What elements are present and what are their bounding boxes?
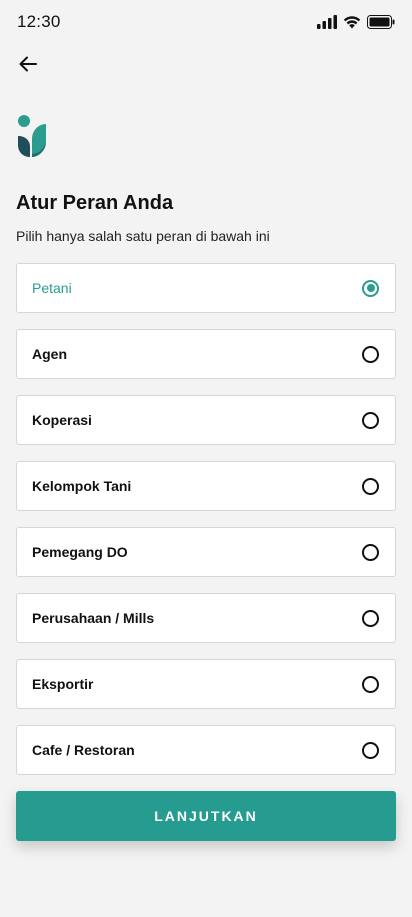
role-option-petani[interactable]: Petani (16, 263, 396, 313)
role-option-pemegang-do[interactable]: Pemegang DO (16, 527, 396, 577)
status-time: 12:30 (17, 12, 61, 31)
signal-icon (317, 15, 337, 29)
status-bar: 12:30 (0, 0, 412, 44)
arrow-left-icon (19, 56, 37, 72)
radio-unselected-icon[interactable] (362, 741, 379, 759)
role-label: Eksportir (32, 676, 94, 692)
role-option-eksportir[interactable]: Eksportir (16, 659, 396, 709)
role-option-agen[interactable]: Agen (16, 329, 396, 379)
radio-unselected-icon[interactable] (362, 609, 379, 627)
status-icons (317, 15, 395, 29)
back-button[interactable] (12, 48, 44, 80)
role-option-cafe-restoran[interactable]: Cafe / Restoran (16, 725, 396, 775)
page-subtitle: Pilih hanya salah satu peran di bawah in… (16, 228, 270, 244)
radio-unselected-icon[interactable] (362, 675, 379, 693)
role-label: Koperasi (32, 412, 92, 428)
radio-selected-icon[interactable] (362, 279, 379, 297)
role-label: Petani (32, 280, 72, 296)
radio-unselected-icon[interactable] (362, 543, 379, 561)
wifi-icon (343, 16, 361, 29)
app-logo (18, 115, 46, 157)
radio-unselected-icon[interactable] (362, 411, 379, 429)
role-label: Perusahaan / Mills (32, 610, 155, 626)
radio-unselected-icon[interactable] (362, 477, 379, 495)
role-label: Agen (32, 346, 67, 362)
role-label: Cafe / Restoran (32, 742, 135, 758)
battery-icon (367, 15, 395, 29)
role-label: Kelompok Tani (32, 478, 132, 494)
role-option-koperasi[interactable]: Koperasi (16, 395, 396, 445)
role-label: Pemegang DO (32, 544, 128, 560)
continue-button[interactable]: LANJUTKAN (16, 791, 396, 841)
role-list: Petani Agen Koperasi Kelompok Tani Pemeg… (16, 263, 396, 791)
page-title: Atur Peran Anda (16, 192, 174, 214)
role-option-kelompok-tani[interactable]: Kelompok Tani (16, 461, 396, 511)
role-option-perusahaan-mills[interactable]: Perusahaan / Mills (16, 593, 396, 643)
radio-unselected-icon[interactable] (362, 345, 379, 363)
